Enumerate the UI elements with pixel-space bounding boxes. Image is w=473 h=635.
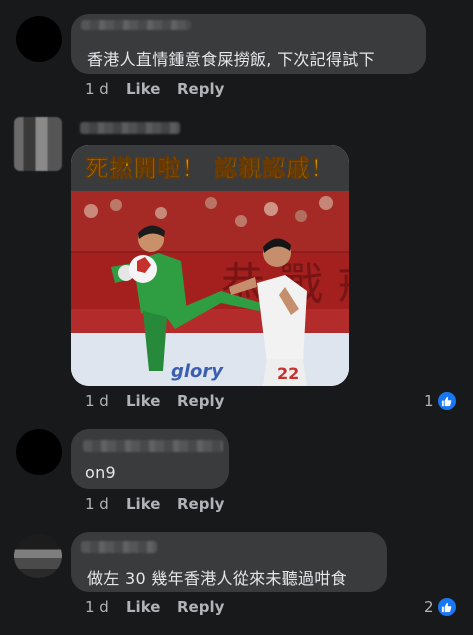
reply-button[interactable]: Reply — [177, 495, 224, 513]
reply-button[interactable]: Reply — [177, 392, 224, 410]
comment-bubble: 做左 30 幾年香港人從來未聽過咁食 — [71, 532, 387, 592]
commenter-avatar[interactable] — [16, 16, 62, 62]
reaction-summary[interactable]: 1 — [424, 390, 458, 412]
reaction-count: 1 — [424, 392, 434, 410]
comment-actions: 1 d Like Reply — [85, 495, 224, 513]
comment-timestamp[interactable]: 1 d — [85, 495, 126, 513]
comment-actions: 1 d Like Reply — [85, 598, 224, 616]
comment-bubble: on9 — [71, 429, 229, 489]
like-thumb-icon — [435, 390, 458, 412]
football-photo: 恭 戰 戒 glory 22 — [71, 191, 349, 386]
like-button[interactable]: Like — [126, 495, 177, 513]
reply-button[interactable]: Reply — [177, 598, 224, 616]
like-button[interactable]: Like — [126, 80, 177, 98]
commenter-avatar[interactable] — [16, 429, 62, 475]
commenter-name-redacted[interactable] — [83, 440, 223, 452]
shirt-number: 22 — [277, 364, 299, 383]
comment-thread: 香港人直情鍾意食屎撈飯, 下次記得試下 1 d Like Reply 死撚開啦！… — [0, 0, 473, 635]
reaction-count: 2 — [424, 598, 434, 616]
like-button[interactable]: Like — [126, 598, 177, 616]
commenter-avatar[interactable] — [14, 117, 62, 171]
reaction-summary[interactable]: 2 — [424, 596, 458, 618]
commenter-name-redacted[interactable] — [81, 20, 191, 30]
comment-text: 香港人直情鍾意食屎撈飯, 下次記得試下 — [87, 50, 375, 69]
comment-bubble: 香港人直情鍾意食屎撈飯, 下次記得試下 — [71, 14, 426, 74]
commenter-name-redacted[interactable] — [81, 541, 157, 553]
comment-image[interactable]: 死撚開啦！ 認親認戚！ 恭 戰 戒 glory — [71, 145, 349, 386]
like-thumb-icon — [435, 596, 458, 618]
comment-text: 做左 30 幾年香港人從來未聽過咁食 — [87, 569, 347, 588]
commenter-avatar[interactable] — [14, 534, 62, 578]
comment-timestamp[interactable]: 1 d — [85, 392, 126, 410]
comment-actions: 1 d Like Reply — [85, 80, 224, 98]
like-button[interactable]: Like — [126, 392, 177, 410]
comment-timestamp[interactable]: 1 d — [85, 80, 126, 98]
commenter-name-redacted[interactable] — [80, 122, 180, 134]
image-caption: 死撚開啦！ 認親認戚！ — [85, 156, 335, 183]
comment-text: on9 — [85, 463, 117, 482]
comment-actions: 1 d Like Reply — [85, 392, 224, 410]
comment-timestamp[interactable]: 1 d — [85, 598, 126, 616]
reply-button[interactable]: Reply — [177, 80, 224, 98]
ad-board-text: glory — [171, 361, 224, 382]
